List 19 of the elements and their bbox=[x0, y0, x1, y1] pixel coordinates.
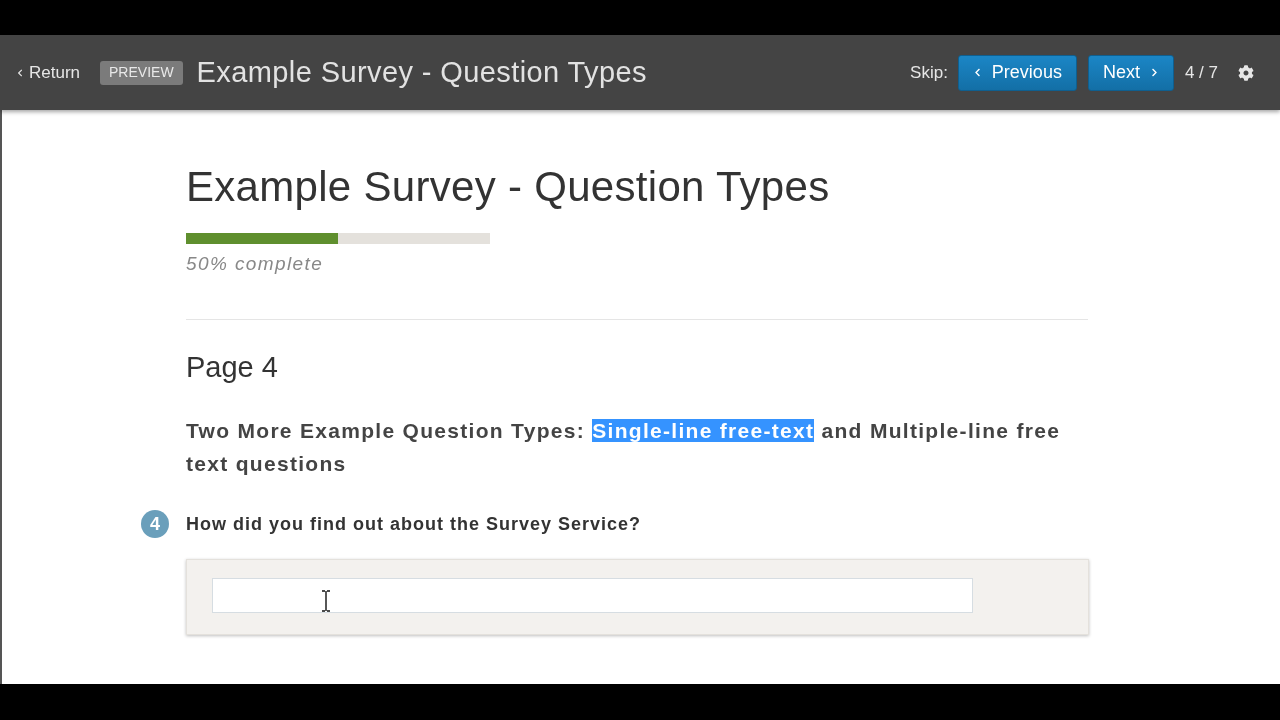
chevron-left-icon bbox=[16, 68, 24, 77]
question-number-badge: 4 bbox=[141, 510, 169, 538]
text-cursor-icon bbox=[322, 590, 330, 612]
progress-label: 50% complete bbox=[186, 252, 324, 276]
page-title: Page 4 bbox=[186, 350, 278, 384]
survey-title: Example Survey - Question Types bbox=[196, 54, 647, 90]
skip-label: Skip: bbox=[910, 61, 948, 84]
return-link[interactable]: Return bbox=[16, 59, 81, 86]
chevron-left-icon bbox=[972, 68, 982, 77]
settings-icon[interactable] bbox=[1238, 64, 1254, 81]
section-heading: Two More Example Question Types: Single-line free-text and Multiple-line free text questions bbox=[186, 418, 1062, 477]
preview-badge: PREVIEW bbox=[100, 60, 183, 85]
page-heading: Example Survey - Question Types bbox=[186, 163, 830, 211]
page-count: 4 / 7 bbox=[1184, 61, 1218, 84]
previous-button[interactable]: Previous bbox=[957, 54, 1077, 91]
answer-input[interactable] bbox=[212, 578, 973, 613]
question-text: How did you find out about the Survey Service? bbox=[186, 513, 642, 536]
next-button[interactable]: Next bbox=[1087, 54, 1174, 91]
chevron-right-icon bbox=[1149, 68, 1159, 77]
